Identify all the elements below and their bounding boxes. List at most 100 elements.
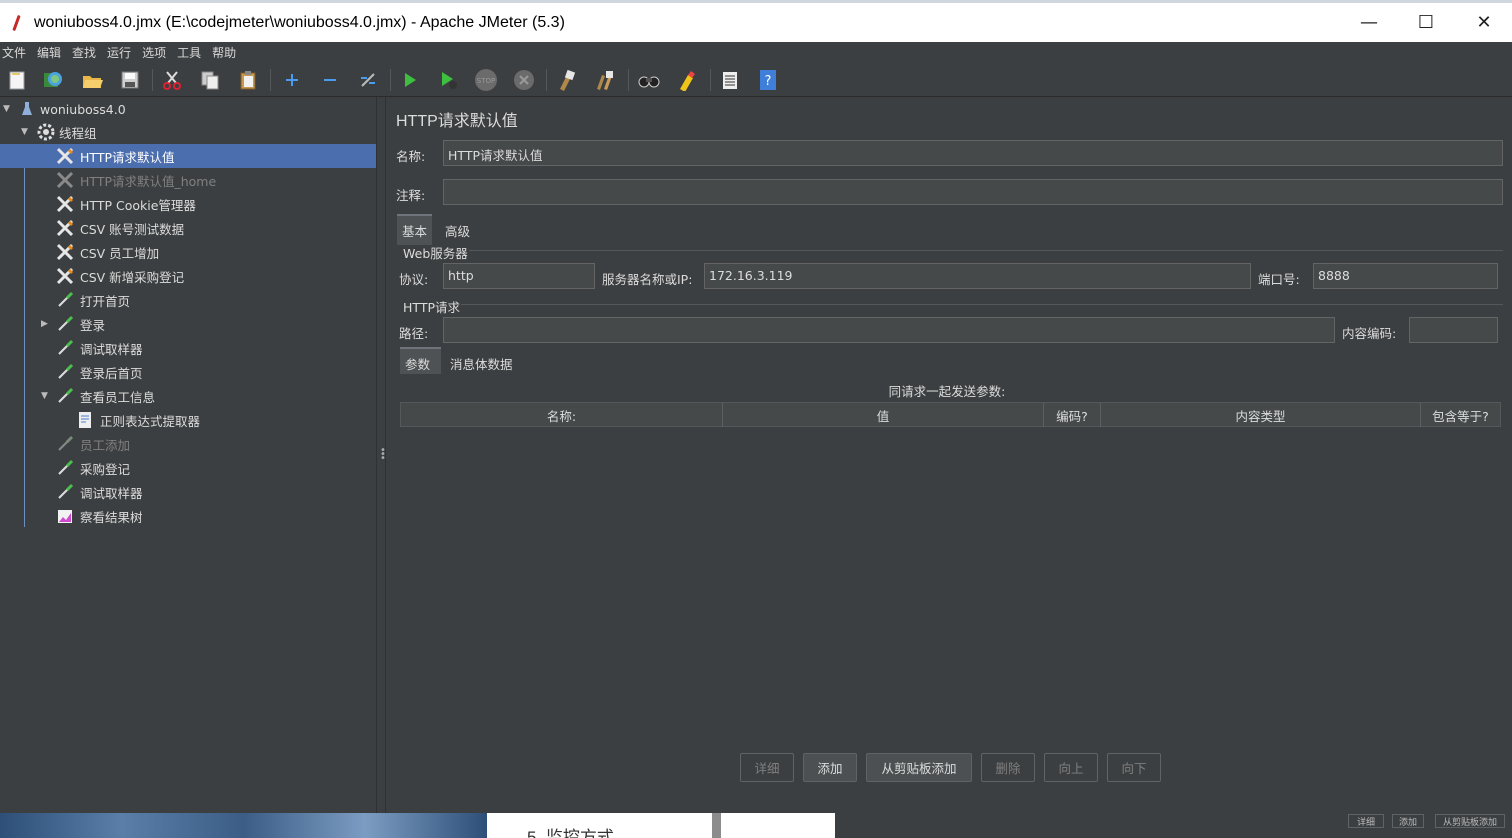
tree-item-csv-purchase[interactable]: CSV 新增采购登记 xyxy=(0,264,376,288)
search-icon[interactable] xyxy=(637,68,661,92)
expand-icon[interactable] xyxy=(280,68,304,92)
tree-item-regex-extractor[interactable]: 正则表达式提取器 xyxy=(0,408,376,432)
toolbar: STOP ? xyxy=(0,63,1512,97)
add-button[interactable]: 添加 xyxy=(803,753,857,782)
menu-edit[interactable]: 编辑 xyxy=(37,44,61,61)
tree-item-http-defaults[interactable]: HTTP请求默认值 xyxy=(0,144,376,168)
tab-advanced[interactable]: 高级 xyxy=(440,216,475,245)
tree-item-csv-accounts[interactable]: CSV 账号测试数据 xyxy=(0,216,376,240)
bg-detail-button: 详细 xyxy=(1348,814,1384,828)
cut-icon[interactable] xyxy=(160,68,184,92)
tree-item-label: 线程组 xyxy=(59,125,97,141)
delete-button[interactable]: 删除 xyxy=(981,753,1035,782)
tab-parameters[interactable]: 参数 xyxy=(400,347,441,374)
column-content-type[interactable]: 内容类型 xyxy=(1101,403,1421,427)
close-button[interactable]: ✕ xyxy=(1455,3,1512,42)
desktop-wallpaper xyxy=(0,813,487,838)
svg-text:STOP: STOP xyxy=(477,77,495,85)
tree-item-view-employee[interactable]: ▼ 查看员工信息 xyxy=(0,384,376,408)
paste-icon[interactable] xyxy=(236,68,260,92)
tree-item-test-plan[interactable]: ▼ woniuboss4.0 xyxy=(0,97,376,121)
reset-search-icon[interactable] xyxy=(675,68,699,92)
collapse-arrow-icon[interactable]: ▼ xyxy=(21,127,31,137)
collapse-arrow-icon[interactable]: ▼ xyxy=(3,104,13,114)
detail-button[interactable]: 详细 xyxy=(740,753,794,782)
save-icon[interactable] xyxy=(118,68,142,92)
menu-options[interactable]: 选项 xyxy=(142,44,166,61)
name-field[interactable]: HTTP请求默认值 xyxy=(443,140,1503,166)
minimize-button[interactable]: — xyxy=(1340,3,1398,42)
menu-help[interactable]: 帮助 xyxy=(212,44,236,61)
clear-icon[interactable] xyxy=(555,68,579,92)
toggle-icon[interactable] xyxy=(356,68,380,92)
port-label: 端口号: xyxy=(1258,272,1300,287)
add-from-clipboard-button[interactable]: 从剪贴板添加 xyxy=(866,753,972,782)
tree-item-csv-employee-add[interactable]: CSV 员工增加 xyxy=(0,240,376,264)
port-field[interactable]: 8888 xyxy=(1313,263,1498,289)
background-document-2 xyxy=(721,813,835,838)
tree-item-debug-sampler[interactable]: 调试取样器 xyxy=(0,336,376,360)
sampler-pipette-icon xyxy=(56,339,74,357)
new-icon[interactable] xyxy=(5,68,29,92)
encoding-label: 内容编码: xyxy=(1342,326,1397,341)
tree-item-label: CSV 新增采购登记 xyxy=(80,269,185,285)
collapse-icon[interactable] xyxy=(318,68,342,92)
column-name[interactable]: 名称: xyxy=(401,403,723,427)
menu-run[interactable]: 运行 xyxy=(107,44,131,61)
clear-all-icon[interactable] xyxy=(593,68,617,92)
start-no-pause-icon[interactable] xyxy=(436,68,460,92)
test-plan-icon xyxy=(18,100,36,118)
tree-item-after-login-home[interactable]: 登录后首页 xyxy=(0,360,376,384)
column-value[interactable]: 值 xyxy=(723,403,1044,427)
move-up-button[interactable]: 向上 xyxy=(1044,753,1098,782)
tree-item-debug-sampler-2[interactable]: 调试取样器 xyxy=(0,480,376,504)
tree-item-label: 登录 xyxy=(80,317,106,333)
protocol-field[interactable]: http xyxy=(443,263,595,289)
config-element-icon xyxy=(56,219,74,237)
tab-basic[interactable]: 基本 xyxy=(397,214,433,245)
tab-body-data[interactable]: 消息体数据 xyxy=(445,349,518,378)
column-include-equals[interactable]: 包含等于? xyxy=(1421,403,1500,427)
templates-icon[interactable] xyxy=(41,68,65,92)
path-field[interactable] xyxy=(443,317,1335,343)
tree-item-cookie-manager[interactable]: HTTP Cookie管理器 xyxy=(0,192,376,216)
menu-tools[interactable]: 工具 xyxy=(177,44,201,61)
start-icon[interactable] xyxy=(398,68,422,92)
menu-search[interactable]: 查找 xyxy=(72,44,96,61)
help-icon[interactable]: ? xyxy=(756,68,780,92)
pane-splitter[interactable]: • • • xyxy=(376,97,386,813)
test-plan-tree: ▼ woniuboss4.0 ▼ 线程组 HTTP请求默认值 HTTP请求默认值… xyxy=(0,97,376,813)
tree-item-label: 员工添加 xyxy=(80,437,131,453)
tree-item-login[interactable]: ▶ 登录 xyxy=(0,312,376,336)
expand-arrow-icon[interactable]: ▶ xyxy=(41,319,51,329)
collapse-arrow-icon[interactable]: ▼ xyxy=(41,391,51,401)
stop-icon[interactable]: STOP xyxy=(474,68,498,92)
shutdown-icon[interactable] xyxy=(512,68,536,92)
config-element-icon xyxy=(56,171,74,189)
move-down-button[interactable]: 向下 xyxy=(1107,753,1161,782)
tree-item-purchase-register[interactable]: 采购登记 xyxy=(0,456,376,480)
sampler-pipette-icon xyxy=(56,363,74,381)
tree-item-http-defaults-home[interactable]: HTTP请求默认值_home xyxy=(0,168,376,192)
function-helper-icon[interactable] xyxy=(718,68,742,92)
path-label: 路径: xyxy=(399,326,429,341)
encoding-field[interactable] xyxy=(1409,317,1498,343)
menu-file[interactable]: 文件 xyxy=(2,44,26,61)
listener-graph-icon xyxy=(56,507,74,525)
tree-item-thread-group[interactable]: ▼ 线程组 xyxy=(0,120,376,144)
tree-item-employee-add[interactable]: 员工添加 xyxy=(0,432,376,456)
comment-field[interactable] xyxy=(443,179,1503,205)
server-field[interactable]: 172.16.3.119 xyxy=(704,263,1251,289)
tree-item-open-home[interactable]: 打开首页 xyxy=(0,288,376,312)
server-label: 服务器名称或IP: xyxy=(602,272,693,287)
maximize-button[interactable]: ☐ xyxy=(1397,3,1455,42)
column-encode[interactable]: 编码? xyxy=(1044,403,1101,427)
params-table-header: 名称: 值 编码? 内容类型 包含等于? xyxy=(400,402,1501,427)
copy-icon[interactable] xyxy=(198,68,222,92)
sampler-pipette-icon xyxy=(56,435,74,453)
sampler-pipette-icon xyxy=(56,291,74,309)
comment-label: 注释: xyxy=(396,188,426,203)
splitter-grip-icon: • • • xyxy=(380,445,386,464)
open-icon[interactable] xyxy=(80,68,104,92)
tree-item-view-results-tree[interactable]: 察看结果树 xyxy=(0,504,376,528)
